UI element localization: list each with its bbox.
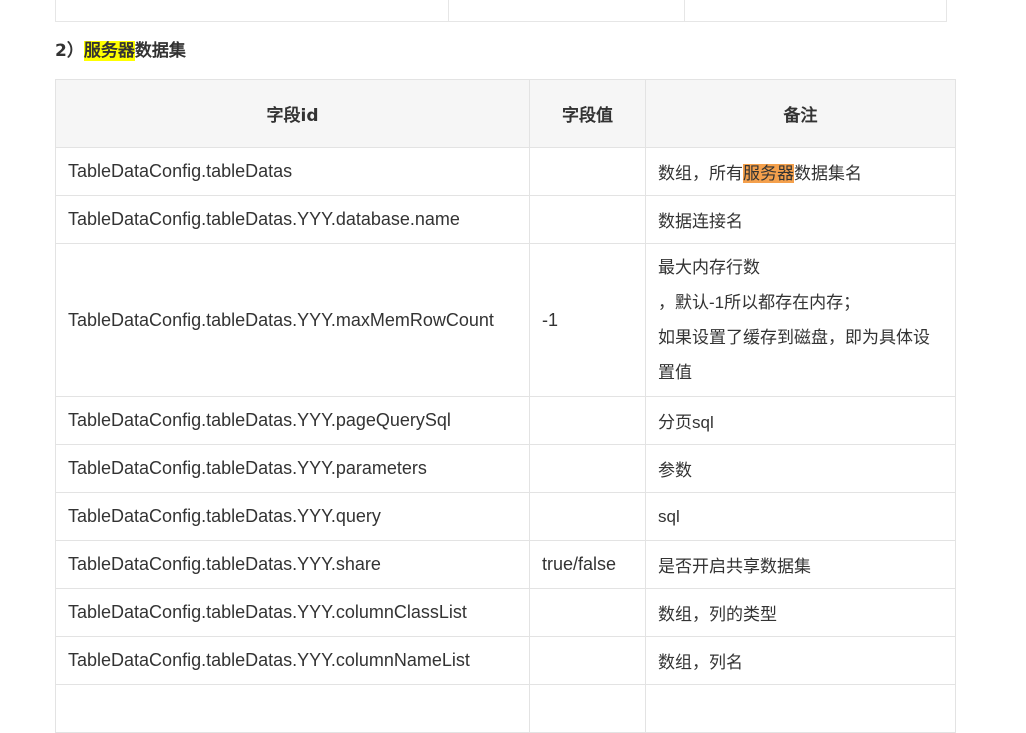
column-divider — [448, 0, 449, 21]
field-id-cell: TableDataConfig.tableDatas.YYY.database.… — [55, 195, 530, 244]
table-header-row: 字段id 字段值 备注 — [55, 79, 956, 148]
field-id-cell: TableDataConfig.tableDatas.YYY.share — [55, 540, 530, 589]
table-row: TableDataConfig.tableDatas.YYY.maxMemRow… — [55, 243, 956, 397]
header-field-id: 字段id — [55, 79, 530, 148]
remark-text: 数据集名 — [794, 164, 862, 183]
field-value-cell: -1 — [529, 243, 646, 397]
remark-cell: 是否开启共享数据集 — [645, 540, 956, 589]
table-row: TableDataConfig.tableDatas.YYY.share tru… — [55, 540, 956, 589]
remark-text: 数组，所有 — [658, 164, 743, 183]
table-row: TableDataConfig.tableDatas.YYY.query sql — [55, 492, 956, 541]
table-row: TableDataConfig.tableDatas.YYY.columnCla… — [55, 588, 956, 637]
field-id-cell: TableDataConfig.tableDatas.YYY.parameter… — [55, 444, 530, 493]
table-row: TableDataConfig.tableDatas.YYY.database.… — [55, 195, 956, 244]
field-value-cell — [529, 492, 646, 541]
heading-number: 2） — [55, 41, 84, 61]
table-row: TableDataConfig.tableDatas.YYY.pageQuery… — [55, 396, 956, 445]
field-id-cell: TableDataConfig.tableDatas.YYY.pageQuery… — [55, 396, 530, 445]
table-row: TableDataConfig.tableDatas.YYY.columnNam… — [55, 636, 956, 685]
field-id-cell: TableDataConfig.tableDatas.YYY.columnCla… — [55, 588, 530, 637]
header-field-value: 字段值 — [529, 79, 646, 148]
field-value-cell — [529, 444, 646, 493]
table-row: TableDataConfig.tableDatas.YYY.parameter… — [55, 444, 956, 493]
heading-highlight: 服务器 — [83, 41, 135, 61]
field-value-cell — [529, 588, 646, 637]
field-id-cell: TableDataConfig.tableDatas.YYY.query — [55, 492, 530, 541]
previous-table-fragment — [55, 0, 947, 22]
table-row: TableDataConfig.tableDatas 数组，所有服务器数据集名 — [55, 147, 956, 196]
remark-cell: 数组，列的类型 — [645, 588, 956, 637]
field-value-cell — [529, 636, 646, 685]
field-value-cell — [529, 396, 646, 445]
remark-line: ，默认-1所以都存在内存； — [658, 293, 861, 312]
column-divider — [684, 0, 685, 21]
field-value-cell: true/false — [529, 540, 646, 589]
field-id-cell: TableDataConfig.tableDatas.YYY.maxMemRow… — [55, 243, 530, 397]
section-heading: 2）服务器数据集 — [55, 39, 186, 63]
remark-line: 最大内存行数 — [658, 258, 760, 277]
field-value-cell — [529, 147, 646, 196]
remark-cell: sql — [645, 492, 956, 541]
remark-cell: 数据连接名 — [645, 195, 956, 244]
server-dataset-table: 字段id 字段值 备注 TableDataConfig.tableDatas 数… — [55, 79, 956, 733]
header-remark: 备注 — [645, 79, 956, 148]
remark-highlight: 服务器 — [743, 164, 794, 183]
remark-cell: 最大内存行数 ，默认-1所以都存在内存； 如果设置了缓存到磁盘，即为具体设 置值 — [645, 243, 956, 397]
field-id-cell: TableDataConfig.tableDatas.YYY.columnNam… — [55, 636, 530, 685]
remark-cell: 参数 — [645, 444, 956, 493]
field-id-cell — [55, 684, 530, 733]
field-id-cell: TableDataConfig.tableDatas — [55, 147, 530, 196]
heading-text: 数据集 — [134, 41, 186, 61]
remark-line: 置值 — [658, 363, 692, 382]
field-value-cell — [529, 684, 646, 733]
field-value-cell — [529, 195, 646, 244]
remark-cell: 数组，所有服务器数据集名 — [645, 147, 956, 196]
table-row — [55, 684, 956, 733]
remark-cell: 分页sql — [645, 396, 956, 445]
remark-cell — [645, 684, 956, 733]
remark-cell: 数组，列名 — [645, 636, 956, 685]
remark-line: 如果设置了缓存到磁盘，即为具体设 — [658, 328, 930, 347]
